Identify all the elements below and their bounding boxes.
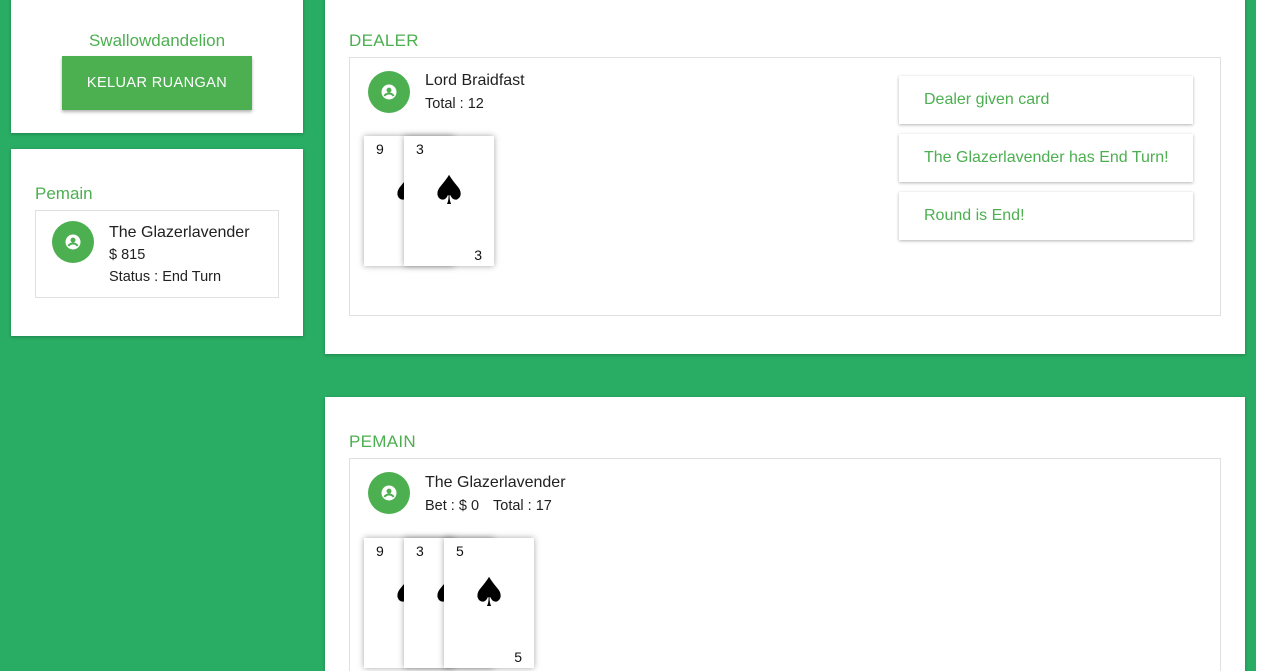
room-card: Swallowdandelion KELUAR RUANGAN [11, 0, 303, 133]
player-list-status: Status : End Turn [109, 269, 222, 285]
card-rank: 5 [456, 543, 464, 559]
player-bet: Bet : $ 0 [425, 498, 480, 514]
dealer-box: Lord Braidfast Total : 12 9 ♠ 3 ♠ 3 Deal… [349, 57, 1221, 316]
card-rank-bottom: 5 [514, 649, 522, 665]
spade-icon: ♠ [471, 570, 507, 616]
card-rank-bottom: 3 [474, 247, 482, 263]
player-list-money: $ 815 [109, 247, 146, 263]
account-circle-icon [368, 71, 410, 113]
log-message-text: Dealer given card [924, 91, 1050, 108]
player-box: The Glazerlavender Bet : $ 0 Total : 17 … [349, 458, 1221, 671]
dealer-name: Lord Braidfast [425, 72, 525, 89]
spade-icon: ♠ [431, 168, 467, 214]
player-playing-card: 5 ♠ 5 [444, 538, 534, 668]
log-message: The Glazerlavender has End Turn! [899, 134, 1193, 182]
dealer-total: Total : 12 [425, 96, 484, 112]
log-message: Round is End! [899, 192, 1193, 240]
leave-room-button[interactable]: KELUAR RUANGAN [62, 56, 252, 110]
dealer-playing-card: 3 ♠ 3 [404, 136, 494, 266]
player-list-item: The Glazerlavender $ 815 Status : End Tu… [35, 210, 279, 298]
card-rank: 9 [376, 543, 384, 559]
player-list-name: The Glazerlavender [109, 224, 250, 241]
room-name: Swallowdandelion [88, 31, 226, 50]
players-panel: Pemain The Glazerlavender $ 815 Status :… [11, 149, 303, 336]
players-panel-title: Pemain [35, 184, 93, 203]
card-rank: 9 [376, 141, 384, 157]
account-circle-icon [52, 221, 94, 263]
player-section: PEMAIN The Glazerlavender Bet : $ 0 Tota… [325, 397, 1245, 671]
player-total: Total : 17 [493, 498, 552, 514]
card-rank: 3 [416, 141, 424, 157]
player-name: The Glazerlavender [425, 474, 566, 491]
player-section-title: PEMAIN [349, 432, 416, 451]
log-message: Dealer given card [899, 76, 1193, 124]
card-rank: 3 [416, 543, 424, 559]
log-message-text: The Glazerlavender has End Turn! [924, 149, 1169, 166]
account-circle-icon [368, 472, 410, 514]
log-message-text: Round is End! [924, 207, 1025, 224]
dealer-section-title: DEALER [349, 31, 419, 50]
dealer-section: DEALER Lord Braidfast Total : 12 9 ♠ 3 ♠… [325, 0, 1245, 354]
